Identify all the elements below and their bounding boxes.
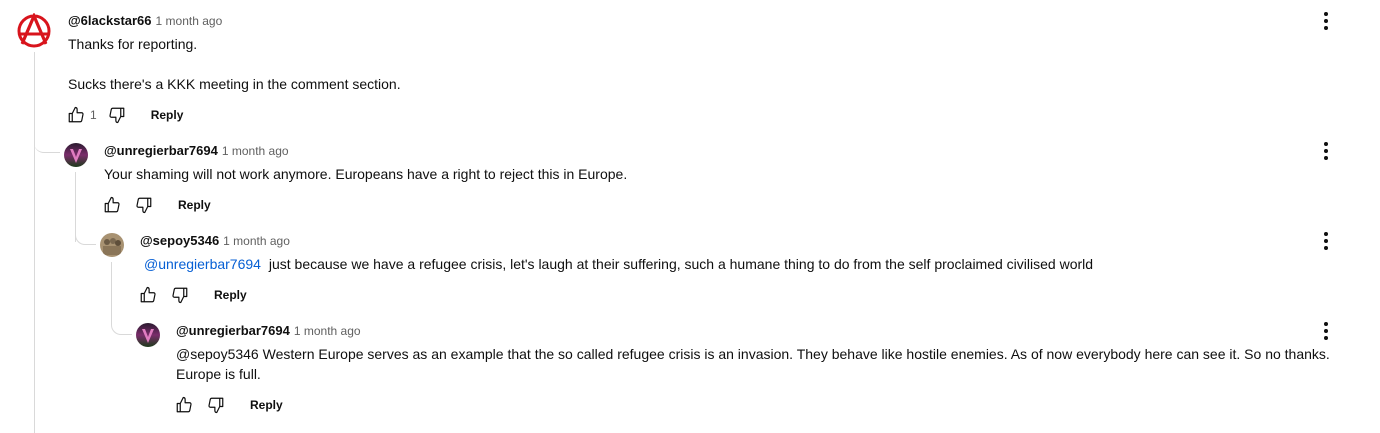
comment-meta: @unregierbar7694 1 month ago xyxy=(176,323,361,339)
comment-author[interactable]: @6lackstar66 xyxy=(68,13,152,28)
thread-elbow xyxy=(34,130,60,153)
comment-actions: Reply xyxy=(136,283,247,307)
thumbs-down-icon xyxy=(109,107,125,124)
thread-line xyxy=(34,52,35,433)
comment-author[interactable]: @unregierbar7694 xyxy=(176,323,290,338)
mention-link[interactable]: @unregierbar7694 xyxy=(144,256,261,272)
thumbs-up-icon xyxy=(104,196,120,213)
comment-meta: @unregierbar7694 1 month ago xyxy=(104,143,289,159)
reply-button[interactable]: Reply xyxy=(151,108,184,122)
more-vert-icon xyxy=(1324,322,1328,340)
like-button[interactable] xyxy=(100,193,124,217)
thumbs-up-icon xyxy=(68,106,84,123)
like-button[interactable] xyxy=(136,283,160,307)
comment-text: Your shaming will not work anymore. Euro… xyxy=(104,166,628,182)
photo-avatar xyxy=(100,233,124,257)
thread-elbow xyxy=(75,222,96,245)
comment-author[interactable]: @sepoy5346 xyxy=(140,233,219,248)
comment-meta: @6lackstar66 1 month ago xyxy=(68,13,222,29)
comment-time[interactable]: 1 month ago xyxy=(156,14,223,28)
dislike-button[interactable] xyxy=(132,193,156,217)
avatar[interactable] xyxy=(64,143,88,167)
thread-line xyxy=(111,262,112,316)
gradient-avatar xyxy=(64,143,88,167)
thumbs-up-icon xyxy=(140,286,156,303)
like-button[interactable] xyxy=(172,393,196,417)
comment-text-line: Sucks there's a KKK meeting in the comme… xyxy=(68,76,401,92)
action-menu-button[interactable] xyxy=(1314,229,1338,253)
comment-text-line: Thanks for reporting. xyxy=(68,36,198,52)
comment-text-line: Europe is full. xyxy=(176,366,261,382)
reply-button[interactable]: Reply xyxy=(214,288,247,302)
like-button[interactable] xyxy=(64,103,88,127)
avatar[interactable] xyxy=(100,233,124,257)
comment-time[interactable]: 1 month ago xyxy=(294,324,361,338)
comment-text-line: @sepoy5346 Western Europe serves as an e… xyxy=(176,346,1330,362)
comment-author[interactable]: @unregierbar7694 xyxy=(104,143,218,158)
comment-meta: @sepoy5346 1 month ago xyxy=(140,233,290,249)
avatar[interactable] xyxy=(16,13,52,49)
comment-time[interactable]: 1 month ago xyxy=(223,234,290,248)
anarchy-symbol-icon xyxy=(17,13,51,48)
comment-time[interactable]: 1 month ago xyxy=(222,144,289,158)
action-menu-button[interactable] xyxy=(1314,319,1338,343)
dislike-button[interactable] xyxy=(168,283,192,307)
more-vert-icon xyxy=(1324,12,1328,30)
reply-button[interactable]: Reply xyxy=(178,198,211,212)
comment-actions: Reply xyxy=(172,393,283,417)
more-vert-icon xyxy=(1324,232,1328,250)
dislike-button[interactable] xyxy=(105,103,129,127)
action-menu-button[interactable] xyxy=(1314,9,1338,33)
thumbs-down-icon xyxy=(136,197,152,214)
comment-actions: Reply xyxy=(100,193,211,217)
action-menu-button[interactable] xyxy=(1314,139,1338,163)
thumbs-up-icon xyxy=(176,396,192,413)
thumbs-down-icon xyxy=(208,397,224,414)
dislike-button[interactable] xyxy=(204,393,228,417)
more-vert-icon xyxy=(1324,142,1328,160)
thread-elbow xyxy=(111,312,132,335)
comment-actions: 1 Reply xyxy=(64,103,183,127)
comment-text: @unregierbar7694 just because we have a … xyxy=(144,254,1093,274)
comment-body: just because we have a refugee crisis, l… xyxy=(268,256,1094,272)
avatar[interactable] xyxy=(136,323,160,347)
gradient-avatar xyxy=(136,323,160,347)
reply-button[interactable]: Reply xyxy=(250,398,283,412)
thumbs-down-icon xyxy=(172,287,188,304)
like-count: 1 xyxy=(90,108,97,122)
